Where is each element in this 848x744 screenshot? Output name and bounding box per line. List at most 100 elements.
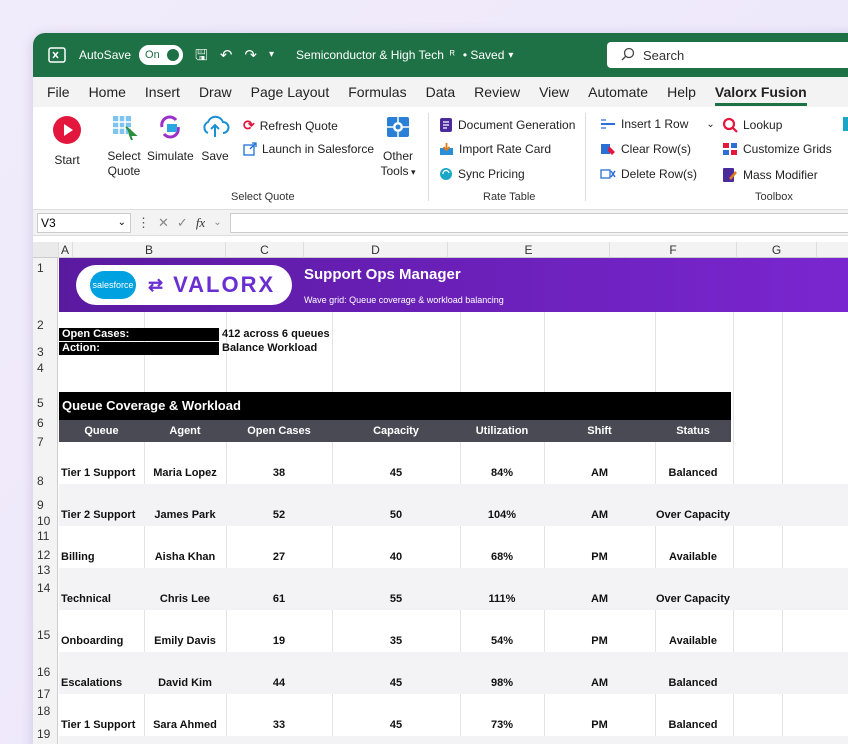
- row-header-2[interactable]: 2: [33, 312, 58, 337]
- row-header-16[interactable]: 16: [33, 656, 58, 686]
- cell-queue[interactable]: Escalations: [61, 677, 146, 689]
- row-header-17[interactable]: 17: [33, 686, 58, 702]
- tab-page-layout[interactable]: Page Layout: [251, 84, 330, 100]
- cell-agent[interactable]: Sara Ahmed: [144, 719, 226, 731]
- select-quote-button[interactable]: Select Quote: [105, 113, 143, 179]
- column-header-h[interactable]: [817, 242, 848, 258]
- row-header-13[interactable]: 13: [33, 562, 58, 578]
- column-header-c[interactable]: C: [226, 242, 304, 258]
- row-header-12[interactable]: 12: [33, 545, 58, 562]
- search-input[interactable]: Search: [607, 42, 848, 68]
- import-rate-card-button[interactable]: Import Rate Card: [439, 142, 551, 156]
- redo-icon[interactable]: ↷: [244, 48, 257, 63]
- cell-open-cases[interactable]: 27: [226, 551, 332, 563]
- cell-shift[interactable]: PM: [544, 551, 655, 563]
- select-all-corner[interactable]: [33, 242, 59, 258]
- cell-status[interactable]: Balanced: [655, 677, 731, 689]
- cell-status[interactable]: Available: [655, 551, 731, 563]
- tab-view[interactable]: View: [539, 84, 569, 100]
- action-value[interactable]: Balance Workload: [222, 342, 317, 355]
- document-title[interactable]: Semiconductor & High Tech: [296, 48, 444, 62]
- column-header-a[interactable]: A: [59, 242, 73, 258]
- cell-shift[interactable]: AM: [544, 509, 655, 521]
- chevron-down-icon[interactable]: ⌄: [706, 119, 714, 130]
- sync-pricing-button[interactable]: Sync Pricing: [439, 167, 525, 181]
- row-header-19[interactable]: 19: [33, 726, 58, 742]
- cell-agent[interactable]: James Park: [144, 509, 226, 521]
- autosave-toggle[interactable]: On: [139, 45, 184, 65]
- clear-rows-button[interactable]: Clear Row(s): [600, 142, 691, 156]
- cell-shift[interactable]: PM: [544, 719, 655, 731]
- other-tools-button[interactable]: Other Tools ▾: [375, 113, 421, 180]
- save-icon[interactable]: 🖫: [195, 48, 208, 63]
- column-header-g[interactable]: G: [737, 242, 817, 258]
- cell-utilization[interactable]: 68%: [460, 551, 544, 563]
- cell-agent[interactable]: Emily Davis: [144, 635, 226, 647]
- saved-status[interactable]: • Saved: [463, 48, 505, 62]
- column-header-f[interactable]: F: [610, 242, 737, 258]
- cell-shift[interactable]: AM: [544, 467, 655, 479]
- cell-status[interactable]: Over Capacity: [655, 593, 731, 605]
- cell-queue[interactable]: Tier 2 Support: [61, 509, 146, 521]
- row-header-4[interactable]: 4: [33, 359, 58, 378]
- row-header-1[interactable]: 1: [33, 258, 58, 312]
- cell-utilization[interactable]: 73%: [460, 719, 544, 731]
- cell-capacity[interactable]: 45: [332, 677, 460, 689]
- customize-toolbar-icon[interactable]: ▾: [269, 50, 274, 60]
- cell-queue[interactable]: Billing: [61, 551, 146, 563]
- refresh-quote-button[interactable]: ⟳ Refresh Quote: [243, 117, 338, 134]
- excel-app-icon[interactable]: [47, 45, 67, 65]
- table-row[interactable]: Billing Aisha Khan 27 40 68% PM Available: [59, 526, 848, 568]
- cell-agent[interactable]: David Kim: [144, 677, 226, 689]
- tab-automate[interactable]: Automate: [588, 84, 648, 100]
- cell-capacity[interactable]: 35: [332, 635, 460, 647]
- undo-icon[interactable]: ↶: [220, 48, 233, 63]
- cell-capacity[interactable]: 50: [332, 509, 460, 521]
- cell-agent[interactable]: Maria Lopez: [144, 467, 226, 479]
- tab-insert[interactable]: Insert: [145, 84, 180, 100]
- row-header-3[interactable]: 3: [33, 337, 58, 359]
- cell-open-cases[interactable]: 19: [226, 635, 332, 647]
- save-button[interactable]: Save: [199, 113, 231, 164]
- cell-shift[interactable]: AM: [544, 593, 655, 605]
- cell-capacity[interactable]: 45: [332, 467, 460, 479]
- start-button[interactable]: Start: [49, 115, 85, 168]
- document-generation-button[interactable]: Document Generation: [439, 117, 575, 133]
- name-box[interactable]: V3 ⌄: [37, 212, 131, 233]
- column-header-d[interactable]: D: [304, 242, 448, 258]
- cell-agent[interactable]: Chris Lee: [144, 593, 226, 605]
- cell-capacity[interactable]: 40: [332, 551, 460, 563]
- row-header-9[interactable]: 9: [33, 497, 58, 513]
- formula-input[interactable]: [229, 212, 848, 233]
- open-cases-value[interactable]: 412 across 6 queues: [222, 328, 330, 341]
- cell-open-cases[interactable]: 61: [226, 593, 332, 605]
- overflow-icon[interactable]: [843, 117, 848, 131]
- tab-help[interactable]: Help: [667, 84, 696, 100]
- enter-icon[interactable]: ✓: [177, 215, 188, 231]
- table-row[interactable]: Technical Chris Lee 61 55 111% AM Over Capacit…: [59, 568, 848, 610]
- cell-open-cases[interactable]: 38: [226, 467, 332, 479]
- cell-utilization[interactable]: 111%: [460, 593, 544, 605]
- column-header-e[interactable]: E: [448, 242, 610, 258]
- function-icon[interactable]: fx: [196, 215, 205, 231]
- cell-open-cases[interactable]: 52: [226, 509, 332, 521]
- row-header-10[interactable]: 10: [33, 513, 58, 528]
- cell-capacity[interactable]: 45: [332, 719, 460, 731]
- cell-queue[interactable]: Tier 1 Support: [61, 719, 146, 731]
- cell-shift[interactable]: PM: [544, 635, 655, 647]
- tab-valorx-fusion[interactable]: Valorx Fusion: [714, 84, 807, 106]
- cell-status[interactable]: Available: [655, 635, 731, 647]
- row-header-18[interactable]: 18: [33, 702, 58, 726]
- cell-queue[interactable]: Tier 1 Support: [61, 467, 146, 479]
- cell-status[interactable]: Balanced: [655, 467, 731, 479]
- row-header-11[interactable]: 11: [33, 528, 58, 545]
- cell-agent[interactable]: Aisha Khan: [144, 551, 226, 563]
- cell-shift[interactable]: AM: [544, 677, 655, 689]
- row-header-8[interactable]: 8: [33, 457, 58, 497]
- lookup-button[interactable]: Lookup: [722, 117, 782, 133]
- cell-utilization[interactable]: 104%: [460, 509, 544, 521]
- tab-formulas[interactable]: Formulas: [348, 84, 406, 100]
- tab-home[interactable]: Home: [89, 84, 126, 100]
- table-row[interactable]: Escalations David Kim 44 45 98% AM Balanced: [59, 652, 848, 694]
- table-row[interactable]: Tier 2 Support James Park 52 50 104% AM Over C…: [59, 484, 848, 526]
